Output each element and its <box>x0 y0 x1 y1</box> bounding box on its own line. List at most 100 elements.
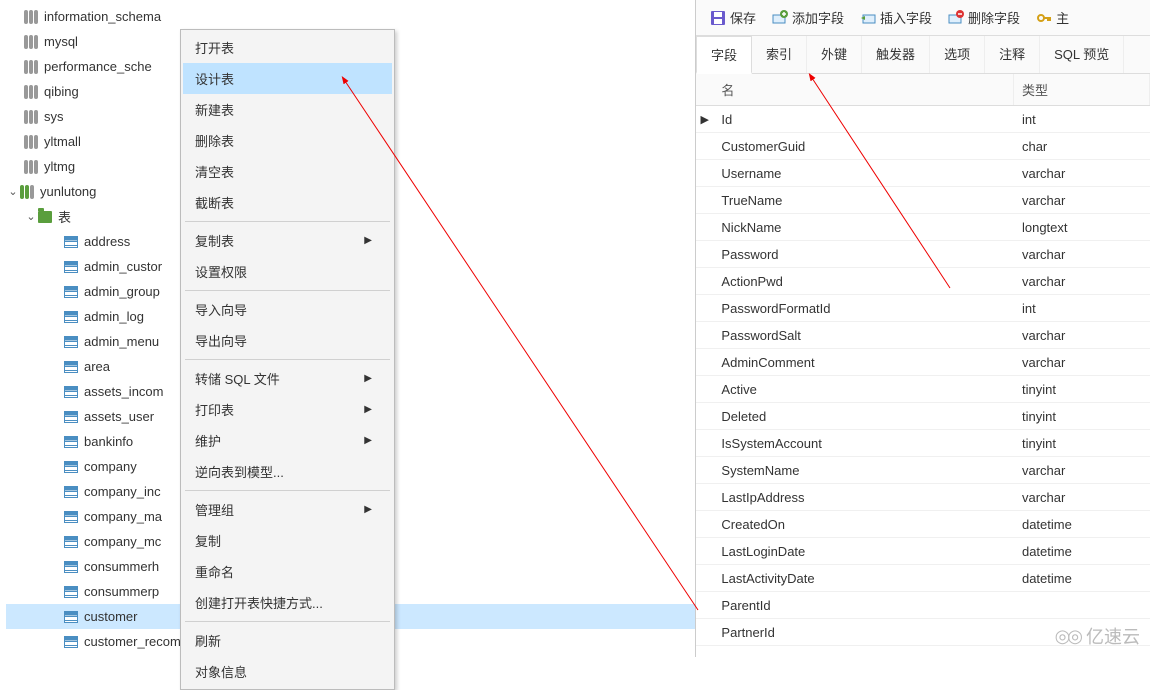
field-name-cell[interactable]: Deleted <box>713 405 1014 428</box>
tab[interactable]: 索引 <box>752 36 807 73</box>
tab[interactable]: 注释 <box>985 36 1040 73</box>
field-name-cell[interactable]: Active <box>713 378 1014 401</box>
field-name-cell[interactable]: TrueName <box>713 189 1014 212</box>
field-row[interactable]: Usernamevarchar <box>696 160 1150 187</box>
insert-field-button[interactable]: 插入字段 <box>854 4 938 31</box>
expand-icon[interactable]: ⌄ <box>6 185 20 198</box>
save-button[interactable]: 保存 <box>704 4 762 31</box>
field-type-cell[interactable]: varchar <box>1014 324 1150 347</box>
field-row[interactable]: Passwordvarchar <box>696 241 1150 268</box>
field-row[interactable]: AdminCommentvarchar <box>696 349 1150 376</box>
menu-item[interactable]: 复制 <box>183 525 392 556</box>
menu-item[interactable]: 创建打开表快捷方式... <box>183 587 392 618</box>
tab[interactable]: 字段 <box>696 36 752 74</box>
menu-item[interactable]: 复制表▶ <box>183 225 392 256</box>
field-name-cell[interactable]: CreatedOn <box>713 513 1014 536</box>
menu-separator <box>185 359 390 360</box>
expand-icon[interactable]: ⌄ <box>24 210 38 223</box>
add-field-button[interactable]: 添加字段 <box>766 4 850 31</box>
field-row[interactable]: PasswordFormatIdint <box>696 295 1150 322</box>
menu-item[interactable]: 维护▶ <box>183 425 392 456</box>
menu-item[interactable]: 删除表 <box>183 125 392 156</box>
field-type-cell[interactable]: varchar <box>1014 243 1150 266</box>
table-icon <box>64 261 78 273</box>
menu-item[interactable]: 打开表 <box>183 32 392 63</box>
field-name-cell[interactable]: IsSystemAccount <box>713 432 1014 455</box>
field-name-cell[interactable]: CustomerGuid <box>713 135 1014 158</box>
menu-item[interactable]: 截断表 <box>183 187 392 218</box>
field-row[interactable]: LastLoginDatedatetime <box>696 538 1150 565</box>
field-name-cell[interactable]: PartnerId <box>713 621 1014 644</box>
field-type-cell[interactable]: int <box>1014 108 1150 131</box>
tab[interactable]: SQL 预览 <box>1040 36 1124 73</box>
field-name-cell[interactable]: Password <box>713 243 1014 266</box>
field-row[interactable]: SystemNamevarchar <box>696 457 1150 484</box>
database-icon <box>24 85 38 99</box>
field-type-cell[interactable]: varchar <box>1014 270 1150 293</box>
menu-item[interactable]: 管理组▶ <box>183 494 392 525</box>
field-row[interactable]: LastIpAddressvarchar <box>696 484 1150 511</box>
field-row[interactable]: PasswordSaltvarchar <box>696 322 1150 349</box>
field-row[interactable]: TrueNamevarchar <box>696 187 1150 214</box>
menu-item[interactable]: 转储 SQL 文件▶ <box>183 363 392 394</box>
field-type-cell[interactable]: datetime <box>1014 567 1150 590</box>
tab[interactable]: 触发器 <box>862 36 930 73</box>
menu-item[interactable]: 导出向导 <box>183 325 392 356</box>
field-name-cell[interactable]: PasswordSalt <box>713 324 1014 347</box>
field-row[interactable]: LastActivityDatedatetime <box>696 565 1150 592</box>
field-name-cell[interactable]: NickName <box>713 216 1014 239</box>
field-row[interactable]: CreatedOndatetime <box>696 511 1150 538</box>
field-type-cell[interactable]: tinyint <box>1014 405 1150 428</box>
column-header-name[interactable]: 名 <box>713 74 1014 105</box>
field-type-cell[interactable]: varchar <box>1014 459 1150 482</box>
field-type-cell[interactable]: varchar <box>1014 351 1150 374</box>
field-name-cell[interactable]: PasswordFormatId <box>713 297 1014 320</box>
tab[interactable]: 选项 <box>930 36 985 73</box>
chevron-right-icon: ▶ <box>364 404 372 415</box>
field-name-cell[interactable]: Id <box>713 108 1014 131</box>
field-row[interactable]: NickNamelongtext <box>696 214 1150 241</box>
primary-key-button[interactable]: 主 <box>1030 4 1075 31</box>
field-type-cell[interactable]: tinyint <box>1014 432 1150 455</box>
field-row[interactable]: IsSystemAccounttinyint <box>696 430 1150 457</box>
field-name-cell[interactable]: LastActivityDate <box>713 567 1014 590</box>
field-name-cell[interactable]: ParentId <box>713 594 1014 617</box>
menu-item[interactable]: 设置权限 <box>183 256 392 287</box>
field-row[interactable]: CustomerGuidchar <box>696 133 1150 160</box>
menu-item[interactable]: 打印表▶ <box>183 394 392 425</box>
field-type-cell[interactable]: tinyint <box>1014 378 1150 401</box>
field-name-cell[interactable]: LastLoginDate <box>713 540 1014 563</box>
menu-item[interactable]: 对象信息 <box>183 656 392 687</box>
table-icon <box>64 361 78 373</box>
field-row[interactable]: ▶Idint <box>696 106 1150 133</box>
field-type-cell[interactable]: varchar <box>1014 486 1150 509</box>
field-type-cell[interactable]: int <box>1014 297 1150 320</box>
menu-item[interactable]: 导入向导 <box>183 294 392 325</box>
field-type-cell[interactable] <box>1014 601 1150 609</box>
field-type-cell[interactable]: longtext <box>1014 216 1150 239</box>
tab[interactable]: 外键 <box>807 36 862 73</box>
menu-item[interactable]: 刷新 <box>183 625 392 656</box>
menu-item[interactable]: 重命名 <box>183 556 392 587</box>
field-type-cell[interactable]: datetime <box>1014 540 1150 563</box>
menu-item[interactable]: 逆向表到模型... <box>183 456 392 487</box>
field-type-cell[interactable]: varchar <box>1014 189 1150 212</box>
delete-field-button[interactable]: 删除字段 <box>942 4 1026 31</box>
menu-item[interactable]: 新建表 <box>183 94 392 125</box>
field-type-cell[interactable]: datetime <box>1014 513 1150 536</box>
db-item[interactable]: information_schema <box>6 4 695 29</box>
column-header-type[interactable]: 类型 <box>1014 74 1150 105</box>
field-row[interactable]: Deletedtinyint <box>696 403 1150 430</box>
field-row[interactable]: Activetinyint <box>696 376 1150 403</box>
field-type-cell[interactable]: varchar <box>1014 162 1150 185</box>
field-name-cell[interactable]: SystemName <box>713 459 1014 482</box>
field-name-cell[interactable]: ActionPwd <box>713 270 1014 293</box>
field-type-cell[interactable]: char <box>1014 135 1150 158</box>
field-name-cell[interactable]: AdminComment <box>713 351 1014 374</box>
menu-item[interactable]: 清空表 <box>183 156 392 187</box>
field-name-cell[interactable]: LastIpAddress <box>713 486 1014 509</box>
menu-item[interactable]: 设计表 <box>183 63 392 94</box>
field-row[interactable]: ActionPwdvarchar <box>696 268 1150 295</box>
field-name-cell[interactable]: Username <box>713 162 1014 185</box>
field-row[interactable]: ParentId <box>696 592 1150 619</box>
